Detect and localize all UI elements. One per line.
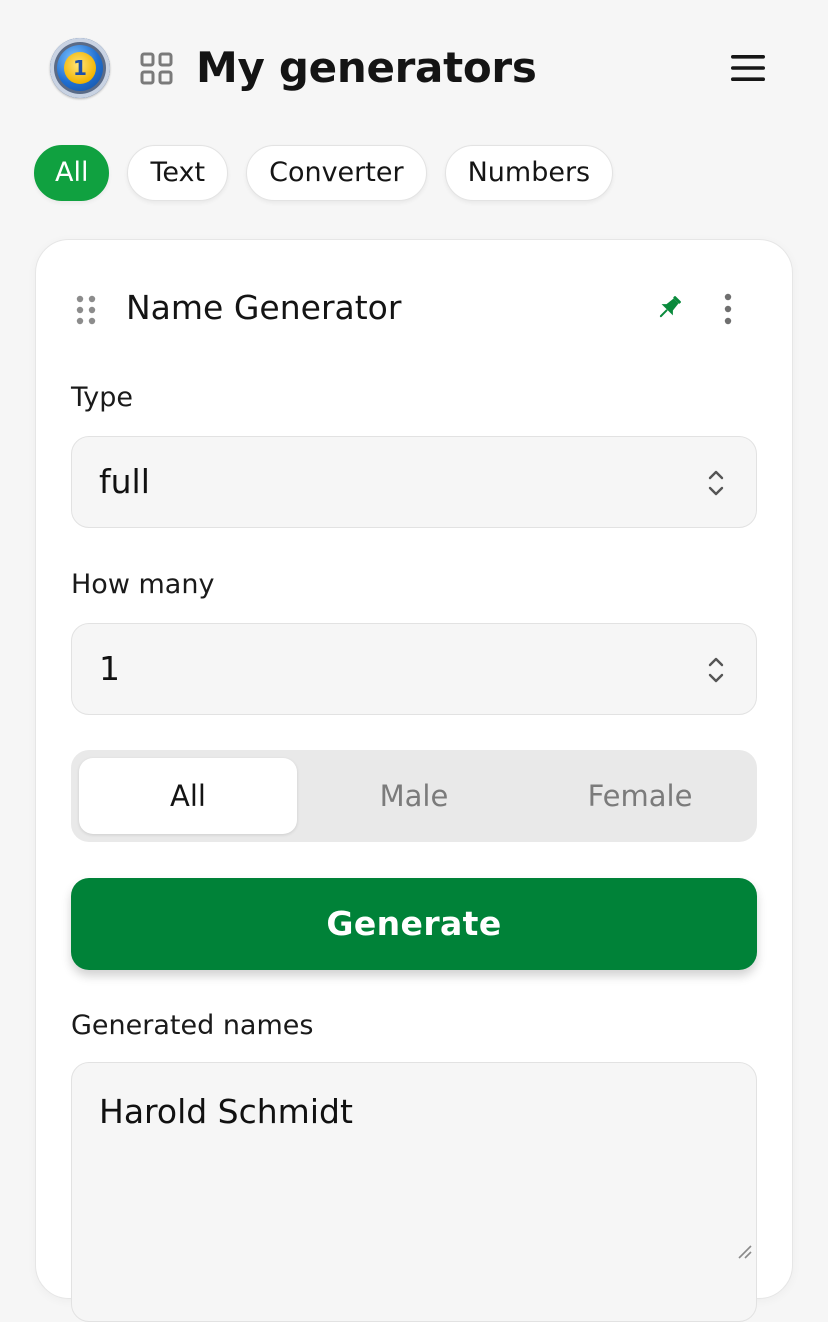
drag-handle-icon[interactable] bbox=[76, 295, 96, 325]
app-header: 1 My generators bbox=[0, 0, 828, 130]
gender-option-female[interactable]: Female bbox=[531, 758, 749, 834]
type-label: Type bbox=[71, 382, 134, 413]
grid-icon[interactable] bbox=[140, 52, 174, 86]
card-title: Name Generator bbox=[126, 288, 402, 327]
logo-coin: 1 bbox=[64, 52, 96, 84]
more-vertical-icon[interactable] bbox=[716, 292, 740, 326]
generated-names-value: Harold Schmidt bbox=[99, 1092, 353, 1131]
generate-button[interactable]: Generate bbox=[71, 878, 757, 970]
gender-segmented-control: All Male Female bbox=[71, 750, 757, 842]
name-generator-card: Name Generator Type full How many 1 All … bbox=[35, 239, 793, 1322]
how-many-select-value: 1 bbox=[99, 649, 120, 688]
gender-option-all[interactable]: All bbox=[79, 758, 297, 834]
chevron-up-down-icon bbox=[708, 470, 724, 496]
filter-chip-converter[interactable]: Converter bbox=[246, 145, 427, 201]
generated-names-textarea[interactable]: Harold Schmidt bbox=[71, 1062, 757, 1322]
logo-text: 1 bbox=[73, 56, 87, 80]
filter-chip-all[interactable]: All bbox=[34, 145, 110, 201]
hamburger-menu-icon[interactable] bbox=[730, 52, 766, 84]
generated-names-label: Generated names bbox=[71, 1010, 314, 1041]
how-many-select[interactable]: 1 bbox=[71, 623, 757, 715]
filter-chip-text[interactable]: Text bbox=[127, 145, 229, 201]
filter-chip-numbers[interactable]: Numbers bbox=[444, 145, 614, 201]
category-filter: All Text Converter Numbers bbox=[34, 145, 631, 203]
type-select[interactable]: full bbox=[71, 436, 757, 528]
chevron-up-down-icon bbox=[708, 657, 724, 683]
how-many-label: How many bbox=[71, 569, 215, 600]
gender-option-male[interactable]: Male bbox=[305, 758, 523, 834]
app-logo[interactable]: 1 bbox=[50, 38, 110, 98]
resize-handle-icon[interactable] bbox=[736, 1243, 752, 1259]
type-select-value: full bbox=[99, 462, 150, 501]
pin-icon[interactable] bbox=[654, 293, 684, 323]
page-title: My generators bbox=[196, 43, 537, 92]
